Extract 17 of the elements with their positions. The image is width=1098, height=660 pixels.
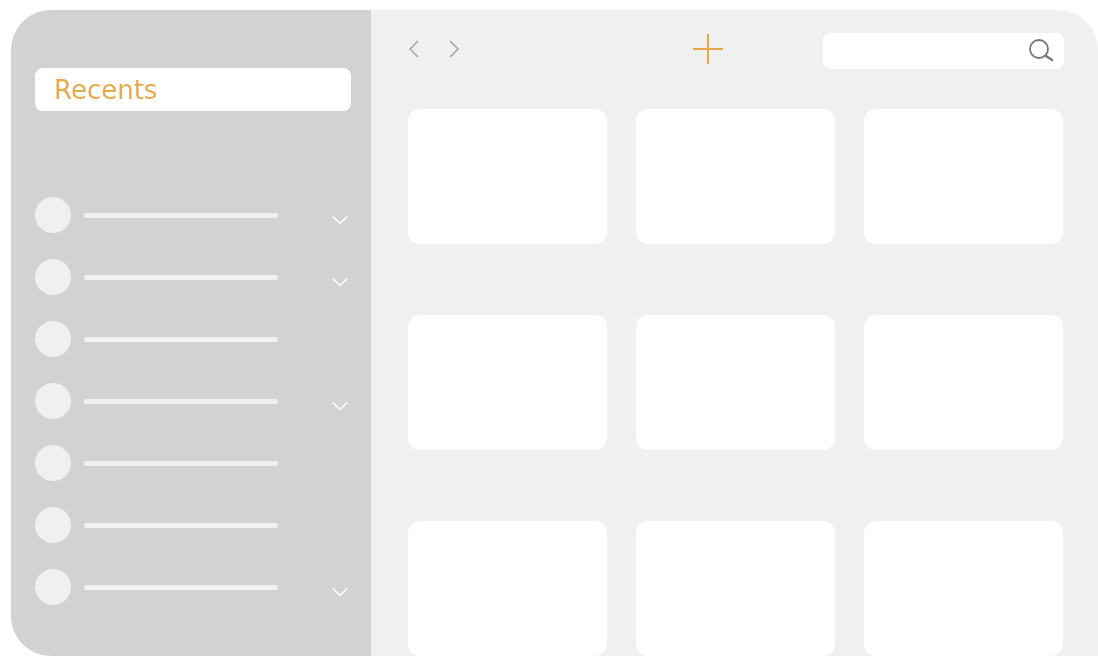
recents-item[interactable]: Recents — [35, 68, 351, 111]
add-icon[interactable] — [693, 34, 723, 64]
chevron-down-icon[interactable] — [331, 214, 349, 226]
avatar-placeholder — [35, 569, 71, 605]
forward-icon[interactable] — [448, 39, 460, 59]
back-icon[interactable] — [408, 39, 420, 59]
chevron-down-icon[interactable] — [331, 276, 349, 288]
search-field[interactable] — [823, 33, 1064, 69]
avatar-placeholder — [35, 445, 71, 481]
avatar-placeholder — [35, 259, 71, 295]
chevron-down-icon[interactable] — [331, 400, 349, 412]
avatar-placeholder — [35, 197, 71, 233]
avatar-placeholder — [35, 507, 71, 543]
search-icon — [1028, 38, 1054, 64]
avatar-placeholder — [35, 383, 71, 419]
avatar-placeholder — [35, 321, 71, 357]
chevron-down-icon[interactable] — [331, 586, 349, 598]
